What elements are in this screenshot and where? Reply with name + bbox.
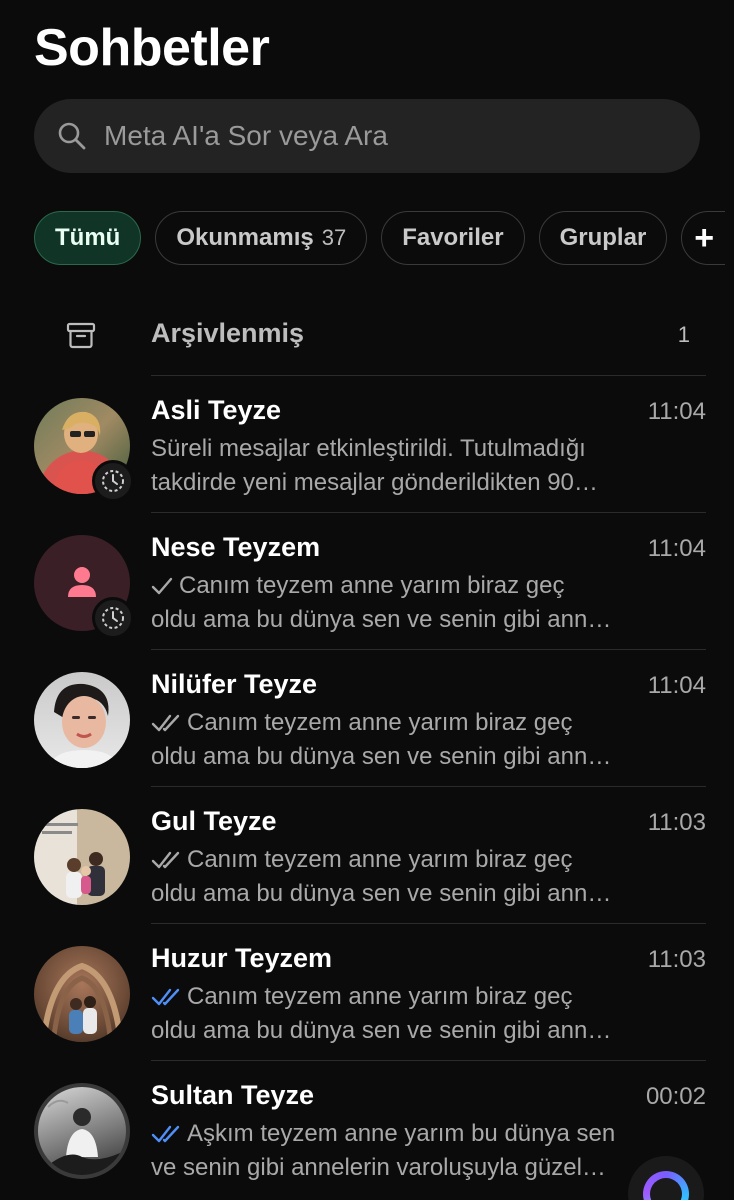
contact-name: Huzur Teyzem — [151, 943, 333, 973]
archive-icon — [66, 322, 96, 349]
filter-chip-unread[interactable]: Okunmamış 37 — [155, 211, 368, 265]
delivered-double-check-icon — [151, 851, 180, 869]
read-double-check-icon — [151, 988, 180, 1006]
meta-ai-icon — [643, 1171, 689, 1200]
chat-row[interactable]: Gul Teyze 11:03 Canım teyzem anne yarım … — [0, 787, 734, 924]
message-time: 11:03 — [647, 946, 706, 973]
avatar — [34, 672, 130, 768]
message-preview: Canım teyzem anne yarım biraz geç oldu a… — [151, 983, 612, 1044]
chat-row[interactable]: Huzur Teyzem 11:03 Canım teyzem anne yar… — [0, 924, 734, 1061]
sent-check-icon — [151, 577, 173, 595]
avatar — [34, 946, 130, 1042]
contact-name: Nilüfer Teyze — [151, 669, 318, 699]
archived-label: Arşivlenmiş — [151, 318, 305, 348]
chat-row[interactable]: Asli Teyze 11:04 Süreli mesajlar etkinle… — [0, 376, 734, 513]
filter-chip-groups[interactable]: Gruplar — [538, 211, 668, 265]
filter-chip-favorites[interactable]: Favoriler — [381, 211, 525, 265]
add-filter-button[interactable]: + — [681, 211, 726, 265]
chat-row[interactable]: Nilüfer Teyze 11:04 Canım teyzem anne ya… — [0, 650, 734, 787]
message-time: 00:02 — [645, 1083, 706, 1110]
contact-name: Nese Teyzem — [151, 532, 321, 562]
message-preview: Canım teyzem anne yarım biraz geç oldu a… — [151, 846, 612, 907]
message-time: 11:04 — [647, 535, 706, 562]
filter-chips: Tümü Okunmamış 37 Favoriler Gruplar + — [34, 211, 726, 265]
message-time: 11:03 — [647, 809, 706, 836]
message-preview: Aşkım teyzem anne yarım bu dünya sen ve … — [151, 1120, 616, 1181]
delivered-double-check-icon — [151, 714, 180, 732]
chat-row[interactable]: Nese Teyzem 11:04 Canım teyzem anne yarı… — [0, 513, 734, 650]
message-preview: Canım teyzem anne yarım biraz geç oldu a… — [151, 709, 612, 770]
archived-row[interactable]: Arşivlenmiş 1 — [0, 298, 734, 374]
archived-count: 1 — [677, 322, 690, 347]
unread-count: 37 — [321, 225, 347, 250]
chat-row[interactable]: Sultan Teyze 00:02 Aşkım teyzem anne yar… — [0, 1061, 734, 1198]
contact-name: Gul Teyze — [151, 806, 277, 836]
avatar — [34, 809, 130, 905]
contact-name: Asli Teyze — [151, 395, 282, 425]
page-title: Sohbetler — [34, 19, 270, 77]
message-preview: Canım teyzem anne yarım biraz geç oldu a… — [151, 572, 612, 633]
search-bar[interactable] — [34, 99, 700, 173]
search-icon — [58, 122, 86, 150]
disappearing-timer-icon — [92, 597, 134, 639]
search-input[interactable] — [104, 120, 664, 152]
message-time: 11:04 — [647, 398, 706, 425]
message-time: 11:04 — [647, 672, 706, 699]
avatar — [34, 1083, 130, 1179]
contact-name: Sultan Teyze — [151, 1080, 315, 1110]
message-preview: Süreli mesajlar etkinleştirildi. Tutulma… — [151, 435, 598, 496]
filter-chip-all[interactable]: Tümü — [34, 211, 142, 265]
read-double-check-icon — [151, 1125, 180, 1143]
disappearing-timer-icon — [92, 460, 134, 502]
